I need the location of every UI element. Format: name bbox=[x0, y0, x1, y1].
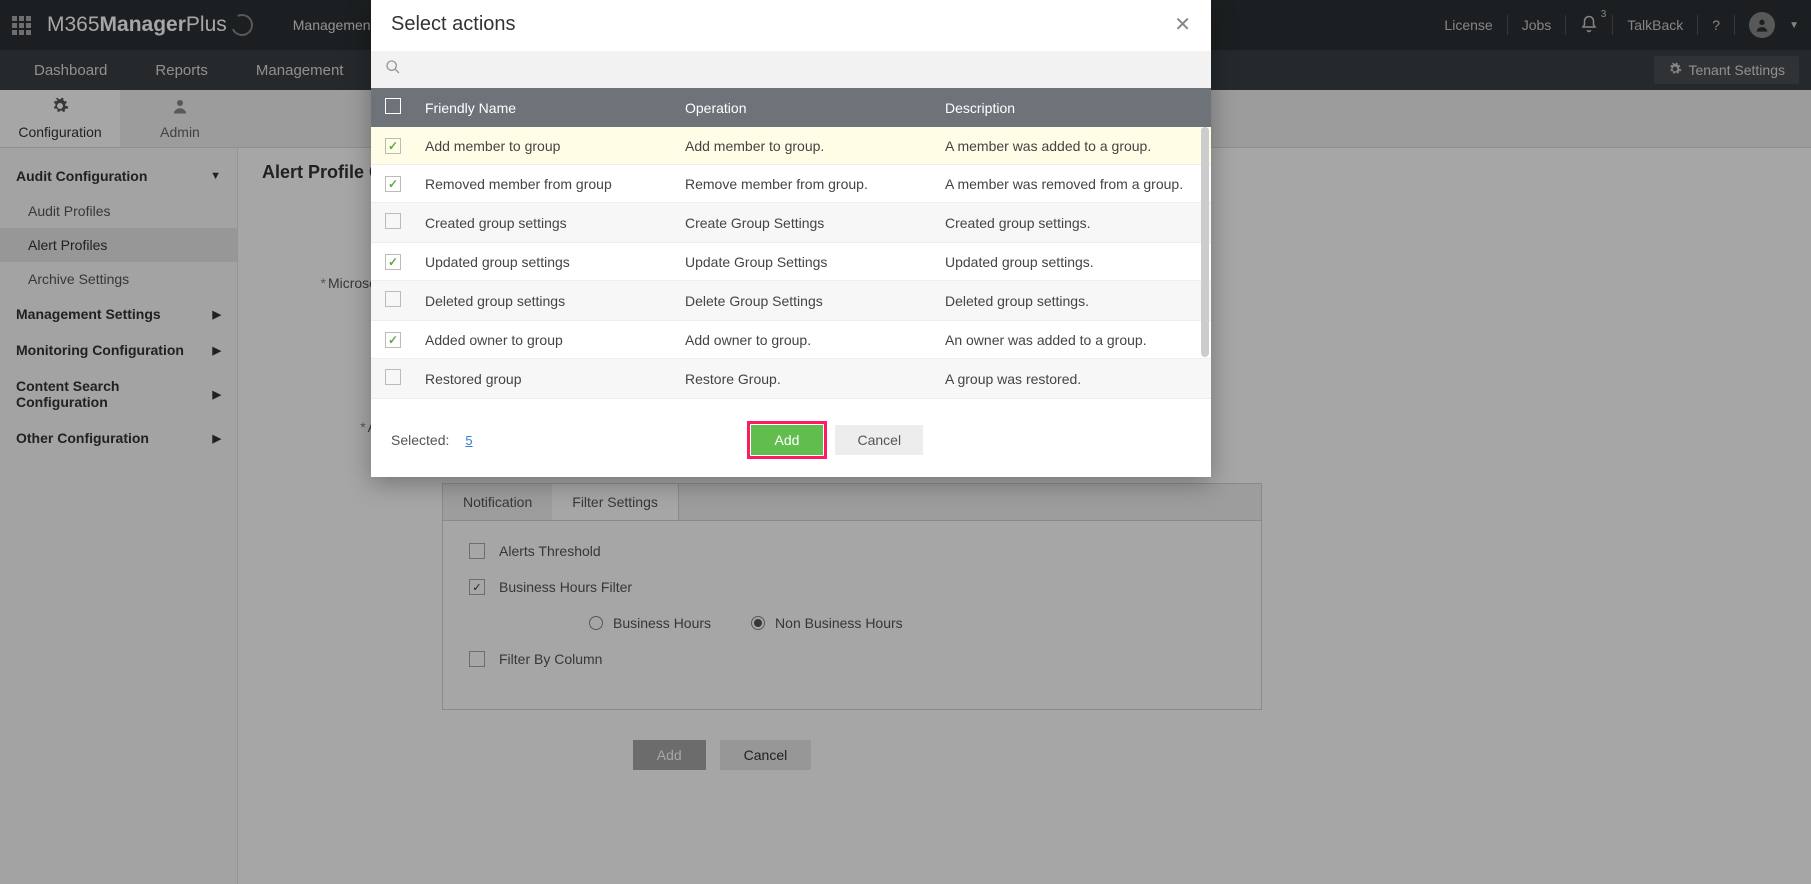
table-row[interactable]: Removed owner from groupRemove owner fro… bbox=[371, 399, 1211, 407]
row-name: Added owner to group bbox=[425, 332, 685, 348]
row-operation: Update Group Settings bbox=[685, 254, 945, 270]
row-checkbox[interactable] bbox=[385, 138, 401, 154]
modal-rows: Add member to groupAdd member to group.A… bbox=[371, 127, 1211, 407]
row-description: A group was restored. bbox=[945, 371, 1197, 387]
row-description: A member was added to a group. bbox=[945, 138, 1197, 154]
selected-count[interactable]: 5 bbox=[465, 433, 472, 448]
table-row[interactable]: Deleted group settingsDelete Group Setti… bbox=[371, 281, 1211, 321]
row-name: Add member to group bbox=[425, 138, 685, 154]
row-name: Restored group bbox=[425, 371, 685, 387]
table-row[interactable]: Restored groupRestore Group.A group was … bbox=[371, 359, 1211, 399]
table-row[interactable]: Add member to groupAdd member to group.A… bbox=[371, 127, 1211, 165]
scrollbar-thumb[interactable] bbox=[1201, 127, 1209, 357]
modal-footer: Selected: 5 Add Cancel bbox=[371, 407, 1211, 477]
table-row[interactable]: Created group settingsCreate Group Setti… bbox=[371, 203, 1211, 243]
row-operation: Restore Group. bbox=[685, 371, 945, 387]
row-operation: Delete Group Settings bbox=[685, 293, 945, 309]
row-description: Created group settings. bbox=[945, 215, 1197, 231]
select-actions-modal: Select actions ✕ Friendly Name Operation… bbox=[371, 0, 1211, 477]
row-checkbox[interactable] bbox=[385, 332, 401, 348]
row-checkbox[interactable] bbox=[385, 213, 401, 229]
row-name: Deleted group settings bbox=[425, 293, 685, 309]
col-operation[interactable]: Operation bbox=[685, 100, 945, 116]
row-description: Deleted group settings. bbox=[945, 293, 1197, 309]
row-operation: Add member to group. bbox=[685, 138, 945, 154]
search-icon bbox=[385, 62, 401, 79]
row-checkbox[interactable] bbox=[385, 369, 401, 385]
table-row[interactable]: Added owner to groupAdd owner to group.A… bbox=[371, 321, 1211, 359]
row-name: Removed member from group bbox=[425, 176, 685, 192]
modal-search-bar[interactable] bbox=[371, 51, 1211, 88]
scrollbar[interactable] bbox=[1201, 127, 1209, 407]
row-name: Updated group settings bbox=[425, 254, 685, 270]
row-operation: Create Group Settings bbox=[685, 215, 945, 231]
table-row[interactable]: Removed member from groupRemove member f… bbox=[371, 165, 1211, 203]
modal-cancel-button[interactable]: Cancel bbox=[835, 425, 923, 455]
close-icon[interactable]: ✕ bbox=[1174, 12, 1191, 37]
row-description: An owner was added to a group. bbox=[945, 332, 1197, 348]
col-description[interactable]: Description bbox=[945, 100, 1197, 116]
row-checkbox[interactable] bbox=[385, 254, 401, 270]
modal-title: Select actions bbox=[391, 13, 516, 36]
modal-add-button[interactable]: Add bbox=[751, 425, 824, 455]
row-description: Updated group settings. bbox=[945, 254, 1197, 270]
row-description: A member was removed from a group. bbox=[945, 176, 1197, 192]
row-operation: Remove member from group. bbox=[685, 176, 945, 192]
table-row[interactable]: Updated group settingsUpdate Group Setti… bbox=[371, 243, 1211, 281]
select-all-checkbox[interactable] bbox=[385, 98, 401, 114]
modal-table-head: Friendly Name Operation Description bbox=[371, 88, 1211, 127]
selected-label: Selected: bbox=[391, 432, 449, 448]
col-friendly-name[interactable]: Friendly Name bbox=[425, 100, 685, 116]
row-checkbox[interactable] bbox=[385, 291, 401, 307]
row-checkbox[interactable] bbox=[385, 176, 401, 192]
row-operation: Add owner to group. bbox=[685, 332, 945, 348]
modal-header: Select actions ✕ bbox=[371, 0, 1211, 51]
footer-buttons: Add Cancel bbox=[483, 425, 1191, 455]
row-name: Created group settings bbox=[425, 215, 685, 231]
